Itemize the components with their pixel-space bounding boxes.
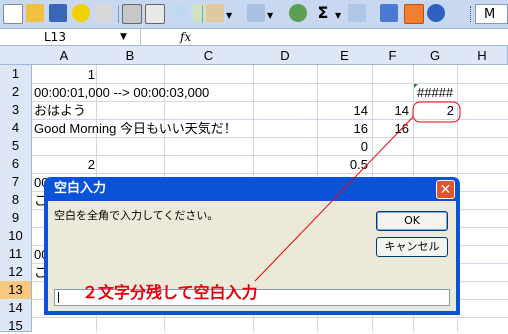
drawing-icon[interactable] <box>404 4 424 24</box>
cell-e3[interactable]: 14 <box>318 102 368 119</box>
row-header-13[interactable]: 13 <box>0 281 32 300</box>
print-preview-icon[interactable] <box>145 4 165 24</box>
formula-bar: L13 ▼ fx <box>0 29 508 46</box>
column-header-c[interactable]: C <box>164 46 254 65</box>
sort-ascending-icon[interactable] <box>348 4 366 22</box>
row-header-1[interactable]: 1 <box>0 65 32 84</box>
row-header-9[interactable]: 9 <box>0 209 32 228</box>
standard-toolbar: ▼ ▼ Σ ▼ M <box>0 0 508 29</box>
undo-dropdown-arrow[interactable]: ▼ <box>267 11 273 20</box>
row-header-10[interactable]: 10 <box>0 227 32 246</box>
cancel-button[interactable]: キャンセル <box>376 237 448 257</box>
spelling-icon[interactable] <box>170 4 188 22</box>
cell-a4[interactable]: Good Morning 今日もいい天気だ！ <box>34 120 237 137</box>
row-header-4[interactable]: 4 <box>0 119 32 138</box>
permission-icon[interactable] <box>95 4 113 22</box>
undo-icon[interactable] <box>247 4 265 22</box>
row-header-14[interactable]: 14 <box>0 299 32 318</box>
column-header-f[interactable]: F <box>372 46 414 65</box>
row-header-6[interactable]: 6 <box>0 155 32 174</box>
cell-a3[interactable]: おはよう <box>34 102 86 119</box>
save-icon[interactable] <box>49 4 67 22</box>
fx-icon[interactable]: fx <box>180 29 191 45</box>
smiley-icon[interactable] <box>72 4 90 22</box>
row-header-15[interactable]: 15 <box>0 317 32 333</box>
cell-a1[interactable]: 1 <box>33 66 95 83</box>
autosum-dropdown-arrow[interactable]: ▼ <box>335 11 341 20</box>
paste-icon[interactable] <box>206 4 224 22</box>
grid-line <box>32 317 508 318</box>
row-header-7[interactable]: 7 <box>0 173 32 192</box>
new-icon[interactable] <box>3 4 23 24</box>
row-header-11[interactable]: 11 <box>0 245 32 264</box>
formula-input[interactable] <box>200 29 508 45</box>
column-header-e[interactable]: E <box>317 46 373 65</box>
open-icon[interactable] <box>26 4 44 22</box>
close-icon[interactable]: ✕ <box>436 180 455 199</box>
cell-a2[interactable]: 00:00:01,000 --> 00:00:03,000 <box>34 84 209 101</box>
cell-e6[interactable]: 0.5 <box>318 156 368 173</box>
column-header-b[interactable]: B <box>96 46 165 65</box>
row-header-3[interactable]: 3 <box>0 101 32 120</box>
grid-line <box>32 155 508 156</box>
column-header-g[interactable]: G <box>413 46 458 65</box>
row-header-5[interactable]: 5 <box>0 137 32 156</box>
grid-line <box>32 173 508 174</box>
toolbar-grip <box>470 6 474 22</box>
cell-g3[interactable]: 2 <box>414 102 454 119</box>
cell-a6[interactable]: 2 <box>33 156 95 173</box>
toolbar-separator <box>118 5 119 23</box>
text-caret <box>58 292 59 303</box>
cell-f3[interactable]: 14 <box>373 102 409 119</box>
chevron-down-icon[interactable]: ▼ <box>120 29 127 45</box>
cell-e4[interactable]: 16 <box>318 120 368 137</box>
print-icon[interactable] <box>122 4 142 24</box>
menu-label: M <box>484 7 496 22</box>
column-header-a[interactable]: A <box>32 46 97 65</box>
row-header-8[interactable]: 8 <box>0 191 32 210</box>
dialog-title: 空白入力 <box>54 181 107 196</box>
hyperlink-icon[interactable] <box>289 4 307 22</box>
paste-dropdown-arrow[interactable]: ▼ <box>226 11 232 20</box>
help-icon[interactable] <box>427 4 445 22</box>
grid-line <box>32 137 508 138</box>
cell-g2[interactable]: ##### <box>417 84 457 101</box>
ok-button[interactable]: OK <box>376 211 448 231</box>
ask-question-box[interactable]: M <box>475 4 508 24</box>
row-header-2[interactable]: 2 <box>0 83 32 102</box>
name-box[interactable]: L13 ▼ <box>0 29 141 45</box>
dialog-prompt: 空白を全角で入力してください。 <box>54 209 219 222</box>
row-header-12[interactable]: 12 <box>0 263 32 282</box>
column-header-h[interactable]: H <box>457 46 508 65</box>
toolbar-separator <box>202 5 203 23</box>
cell-e5[interactable]: 0 <box>318 138 368 155</box>
cell-f4[interactable]: 16 <box>373 120 409 137</box>
autosum-icon[interactable]: Σ <box>314 4 332 22</box>
annotation-text: ２文字分残して空白入力 <box>82 283 258 302</box>
column-header-d[interactable]: D <box>253 46 318 65</box>
name-box-value: L13 <box>44 30 66 44</box>
select-all-corner[interactable] <box>0 46 33 65</box>
chart-wizard-icon[interactable] <box>380 4 398 22</box>
